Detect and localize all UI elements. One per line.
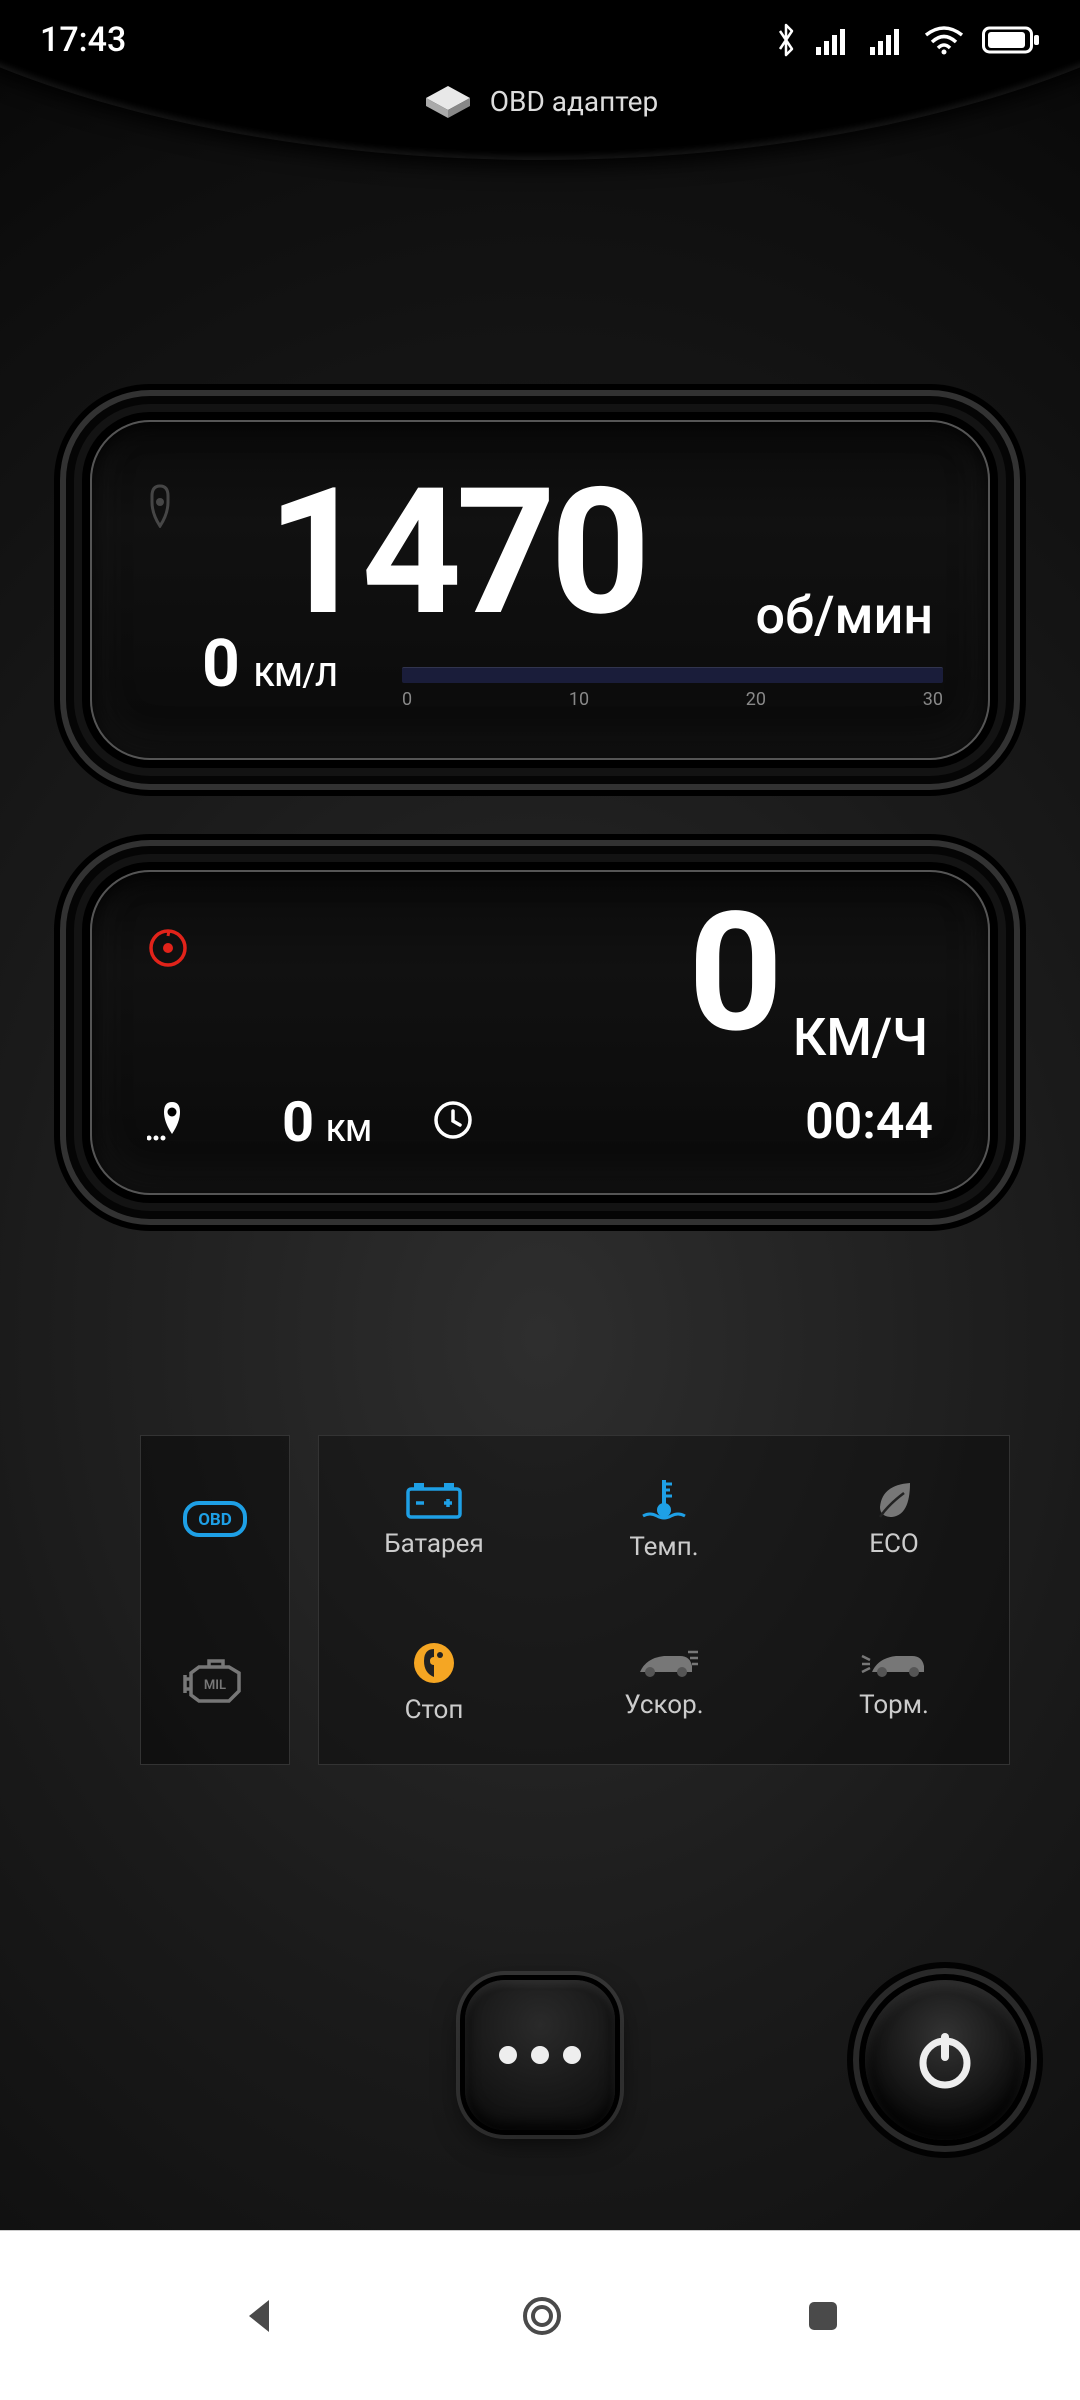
fuel-scale: 0 10 20 30 [402, 689, 943, 710]
svg-text:MIL: MIL [204, 1678, 226, 1693]
eco-label: ECO [869, 1529, 919, 1559]
svg-text:OBD: OBD [198, 1510, 232, 1530]
clock-icon [432, 1099, 474, 1145]
app-surface: OBD адаптер 1470 об/мин 0 КМ/Л 0 10 20 3… [0, 0, 1080, 2230]
more-button[interactable] [465, 1980, 615, 2130]
battery-button[interactable]: Батарея [319, 1436, 549, 1600]
accel-icon [628, 1644, 700, 1682]
record-icon [147, 927, 189, 973]
rpm-card[interactable]: 1470 об/мин 0 КМ/Л 0 10 20 30 [90, 420, 990, 760]
scale-2: 20 [746, 689, 766, 710]
nav-recent-icon[interactable] [803, 2296, 843, 2336]
trip-row: 0 КМ 00:44 [147, 1089, 933, 1155]
obd-icon: OBD [179, 1493, 251, 1543]
temp-button[interactable]: Темп. [549, 1436, 779, 1600]
header[interactable]: OBD адаптер [0, 82, 1080, 120]
battery-diag-icon [402, 1477, 466, 1521]
rpm-unit: об/мин [756, 585, 933, 646]
battery-label: Батарея [384, 1529, 483, 1559]
mil-icon: MIL [177, 1655, 253, 1709]
fuel-unit: КМ/Л [254, 656, 338, 694]
speed-card[interactable]: 0 КМ/Ч 0 КМ 00:44 [90, 870, 990, 1195]
dot-icon [531, 2046, 549, 2064]
distance-value: 0 [282, 1089, 314, 1155]
fuel-row: 0 КМ/Л [202, 626, 338, 703]
eco-button[interactable]: ECO [779, 1436, 1009, 1600]
bluetooth-icon [774, 22, 798, 58]
stop-icon [410, 1639, 458, 1687]
speed-unit: КМ/Ч [793, 1007, 928, 1068]
header-label: OBD адаптер [490, 85, 659, 118]
status-icons [774, 22, 1040, 58]
status-bar: 17:43 [0, 0, 1080, 80]
stop-button[interactable]: Стоп [319, 1600, 549, 1764]
stop-label: Стоп [405, 1695, 464, 1725]
temp-label: Темп. [629, 1532, 698, 1562]
signal2-icon [870, 25, 906, 55]
scale-1: 10 [569, 689, 589, 710]
lock-icon [142, 482, 178, 532]
trip-time: 00:44 [805, 1093, 933, 1151]
gps-icon [147, 1098, 187, 1146]
scale-0: 0 [402, 689, 412, 710]
wifi-icon [924, 25, 964, 55]
status-time: 17:43 [40, 20, 126, 60]
signal-icon [816, 25, 852, 55]
brake-label: Торм. [859, 1690, 929, 1720]
dot-icon [499, 2046, 517, 2064]
power-icon [910, 2025, 980, 2095]
temp-icon [637, 1474, 691, 1524]
distance-unit: КМ [326, 1114, 372, 1149]
battery-icon [982, 25, 1040, 55]
accel-button[interactable]: Ускор. [549, 1600, 779, 1764]
accel-label: Ускор. [624, 1690, 703, 1720]
speed-value: 0 [688, 877, 783, 1070]
obd-adapter-icon [422, 82, 474, 120]
dot-icon [563, 2046, 581, 2064]
fuel-value: 0 [202, 626, 240, 703]
scale-3: 30 [923, 689, 943, 710]
power-button[interactable] [865, 1980, 1025, 2140]
rpm-value: 1470 [267, 450, 645, 655]
brake-button[interactable]: Торм. [779, 1600, 1009, 1764]
distance: 0 КМ [282, 1089, 372, 1155]
nav-back-icon[interactable] [237, 2294, 281, 2338]
android-navbar [0, 2230, 1080, 2400]
brake-icon [858, 1644, 930, 1682]
nav-home-icon[interactable] [518, 2292, 566, 2340]
eco-icon [870, 1477, 918, 1521]
diag-grid: OBD MIL Батарея Темп. ECO Стоп [140, 1435, 1010, 1765]
fuel-bar [402, 667, 943, 683]
obd-button[interactable]: OBD [141, 1436, 289, 1600]
mil-button[interactable]: MIL [141, 1600, 289, 1764]
